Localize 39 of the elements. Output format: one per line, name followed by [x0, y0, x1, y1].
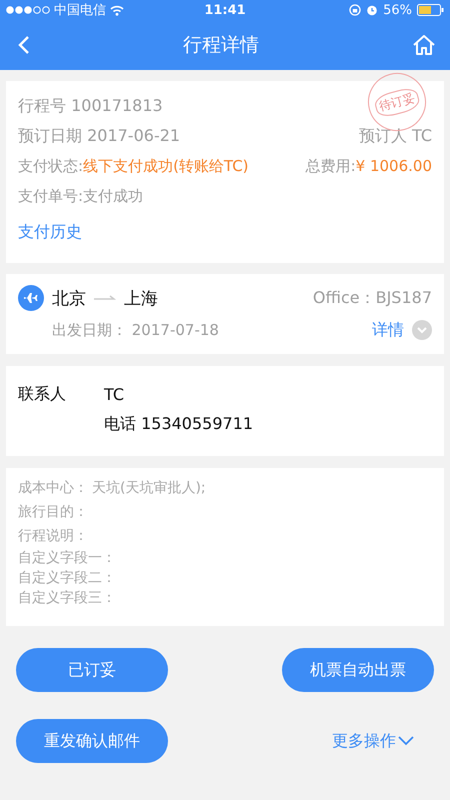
- departure-date: 出发日期： 2017-07-18: [52, 320, 219, 340]
- chevron-down-icon: [398, 736, 414, 746]
- payment-number: 支付单号:支付成功: [18, 186, 144, 206]
- field-value: 天坑(天坑审批人);: [92, 479, 206, 498]
- action-button[interactable]: 机票自动出票: [282, 648, 434, 692]
- booking-date: 预订日期 2017-06-21: [18, 126, 180, 146]
- office-code: Office：BJS187: [312, 288, 432, 308]
- airplane-icon: [18, 285, 44, 311]
- trip-number: 行程号 100171813: [18, 96, 163, 116]
- arrival-city: 上海: [124, 288, 158, 310]
- action-button[interactable]: 已订妥: [16, 648, 168, 692]
- battery-icon: [417, 4, 444, 16]
- action-button[interactable]: 重发确认邮件: [16, 719, 168, 763]
- signal-icon: [6, 6, 50, 14]
- more-actions-button[interactable]: 更多操作: [332, 730, 414, 752]
- contact-label: 联系人: [18, 384, 67, 404]
- total-cost: 总费用:¥ 1006.00: [306, 156, 432, 176]
- field-label: 行程说明：: [18, 527, 88, 546]
- field-label: 自定义字段一：: [18, 549, 116, 568]
- alarm-icon: [366, 4, 378, 16]
- departure-city: 北京: [52, 288, 86, 310]
- battery-percent: 56%: [383, 2, 412, 18]
- home-icon[interactable]: [412, 34, 436, 56]
- wifi-icon: [110, 4, 124, 16]
- carrier-name: 中国电信: [54, 2, 106, 19]
- field-label: 自定义字段三：: [18, 589, 116, 608]
- field-label: 自定义字段二：: [18, 569, 116, 588]
- field-label: 旅行目的：: [18, 503, 88, 522]
- field-label: 成本中心：: [18, 479, 88, 498]
- rotation-lock-icon: [349, 4, 362, 16]
- back-icon[interactable]: [18, 35, 30, 55]
- contact-name: TC: [104, 384, 124, 404]
- details-link[interactable]: 详情: [372, 320, 404, 340]
- payment-status: 支付状态:线下支付成功(转账给TC): [18, 156, 249, 176]
- booker: 预订人 TC: [358, 126, 432, 146]
- contact-phone: 电话 15340559711: [104, 414, 254, 434]
- page-title: 行程详情: [183, 33, 259, 58]
- status-time: 11:41: [204, 2, 246, 18]
- payment-history-link[interactable]: 支付历史: [18, 222, 82, 242]
